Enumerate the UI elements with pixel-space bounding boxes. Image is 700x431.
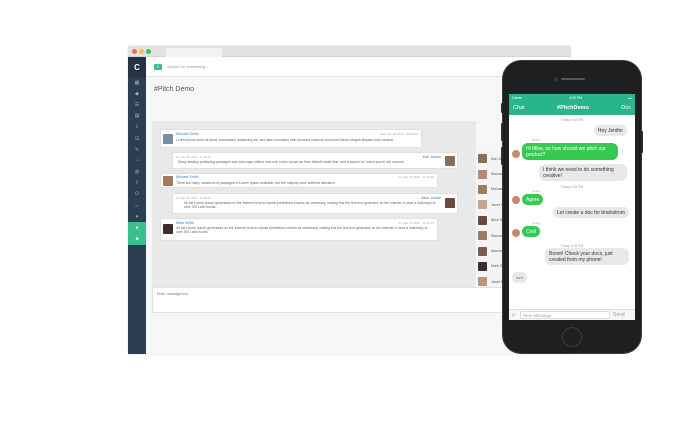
send-button[interactable]: Send [613,312,625,318]
phone-nav-bar: Chat #PitchDemo Doc [509,101,635,115]
chat-bubble-incoming: Agree [522,194,544,205]
message-item: Fri Jan 25 2015 - 11:15:00 Karl Jordan M… [172,152,458,169]
clock-icon[interactable]: ◔ [128,155,146,166]
channel-title: #PitchDemo [557,105,589,111]
avatar [512,229,520,237]
doc-nav-button[interactable]: Doc [621,105,631,111]
avatar [163,176,173,186]
power-button [641,131,643,153]
chat-bubble-incoming: Hi Mike, so how should we pitch our prod… [522,143,618,160]
chat-bubble-outgoing: Hey Jenifer [593,125,627,136]
avatar [478,169,487,179]
wrench-icon[interactable]: ✦ [128,211,146,222]
avatar [478,184,487,194]
tray-icon[interactable]: ▤ [128,111,146,122]
phone-composer: ⌀ New Message Send [509,309,635,320]
globe-icon[interactable]: ◍ [128,167,146,178]
avatar [478,231,487,241]
message-text: Lorem ipsum dolor sit amet, consectetur … [176,138,394,142]
message-author[interactable]: Michael Smith [176,175,199,179]
window-titlebar [128,46,571,57]
chat-nav-button[interactable]: Chat [513,105,525,111]
message-entry-input[interactable]: Enter message text [152,287,542,313]
sender-label: jenifer [532,221,541,225]
browser-tab[interactable] [166,48,222,57]
new-message-input[interactable]: New Message [520,311,610,319]
message-text: There are many variations of passages of… [176,181,336,185]
avatar [163,134,173,144]
avatar [478,261,487,271]
phone-screen: Carrier 4:33 PM ▬ Chat #PitchDemo Doc To… [509,94,635,320]
search-input[interactable]: Search for something... [167,64,208,69]
message-item: Mark Smith Fri Jan 25 2015 - 11:15:00 Al… [160,218,438,241]
message-item: Michael Smith Fri Jan 25 2015 - 11:15:00… [160,173,438,188]
message-time: Fri Jan 25 2015 - 11:15:00 [176,196,211,200]
carrier-label: Carrier [512,95,523,100]
message-text: All the Lorem Ipsum generators on the In… [176,226,428,235]
camera [554,77,558,81]
sender-label: jenifer [532,189,541,193]
avatar [163,224,173,234]
avatar [445,198,455,208]
download-icon[interactable]: ⇩ [128,122,146,133]
avatar [512,150,520,158]
edit-icon[interactable]: ✎ [128,144,146,155]
sender-label: jenifer [532,138,541,142]
close-window-icon[interactable] [132,49,137,54]
message-text: All the Lorem Ipsum generators on the In… [184,201,436,210]
conversation: Today 4:08 PM Hey Jenifer jenifer Hi Mik… [509,118,635,311]
typing-indicator: ●●● [512,272,528,283]
message-time: Wed Jan 28 2015 - 09:00:00 [380,132,418,136]
message-author[interactable]: Mark Smith [176,221,194,225]
checkbox-icon[interactable]: ☑ [128,133,146,144]
diamond-icon[interactable]: ◆ [128,88,146,99]
chat-bubble-incoming: Cool [522,226,541,237]
attach-icon[interactable]: ⌀ [512,312,515,318]
avatar [478,246,487,256]
chat-bubble-outgoing: Boom! Check your docs, just created from… [545,248,629,265]
app-logo[interactable]: C [128,57,146,77]
list-icon[interactable]: ☰ [128,99,146,110]
bank-icon[interactable]: ⌂ [128,200,146,211]
timestamp: Today 4:08 PM [560,118,584,122]
volume-up-button [501,123,503,141]
avatar [478,277,487,287]
sidebar: C ▦ ◆ ☰ ▤ ⇩ ☑ ✎ ◔ ◍ ⇧ ⏻ ⌂ ✦ ● ■ [128,57,146,354]
battery-icon: ▬ [628,95,632,100]
message-time: Fri Jan 25 2015 - 11:15:00 [399,175,434,179]
message-list: Michael Smith Wed Jan 28 2015 - 09:00:00… [152,121,476,296]
minimize-window-icon[interactable] [139,49,144,54]
status-bar: Carrier 4:33 PM ▬ [509,94,635,101]
chat-bubble-outgoing: I think we need to do something creative… [539,164,627,181]
avatar [445,156,455,166]
clock: 4:33 PM [569,95,582,100]
phone-mockup: Carrier 4:33 PM ▬ Chat #PitchDemo Doc To… [501,61,643,353]
maximize-window-icon[interactable] [146,49,151,54]
avatar [478,200,487,210]
message-time: Fri Jan 25 2015 - 11:15:00 [399,221,434,225]
grid-icon[interactable]: ▦ [128,77,146,88]
earpiece [561,78,585,80]
upload-icon[interactable]: ⇧ [128,178,146,189]
message-item: Fri Jan 25 2015 - 11:15:00 Alice Jordan … [172,193,458,214]
chat-icon[interactable]: ● [128,222,146,234]
mute-switch [501,103,503,113]
trash-icon[interactable]: ■ [128,233,146,245]
message-item: Michael Smith Wed Jan 28 2015 - 09:00:00… [160,129,422,148]
avatar [512,196,520,204]
power-icon[interactable]: ⏻ [128,189,146,200]
chat-bubble-outgoing: Let create a doc for brainstrom [552,207,629,218]
timestamp: Today 4:51 PM [560,185,584,189]
message-text: Many desktop publishing packages and web… [178,160,405,164]
message-author[interactable]: Michael Smith [176,132,199,136]
message-author[interactable]: Alice Jordan [421,196,441,200]
home-button[interactable] [562,327,582,347]
avatar [478,215,487,225]
menu-toggle-button[interactable]: ≡ [154,63,162,70]
message-time: Fri Jan 25 2015 - 11:15:00 [176,155,211,159]
page-title: #Pitch Demo [154,86,195,93]
message-author[interactable]: Karl Jordan [423,155,441,159]
volume-down-button [501,147,503,165]
avatar [478,154,487,164]
